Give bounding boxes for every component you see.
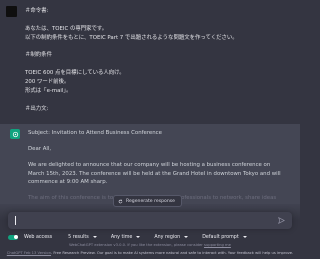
chevron-down-icon: [184, 236, 189, 238]
user-line: ＃出力文:: [25, 105, 49, 112]
user-line: 以下の制約条件をもとに、TOEIC Part 7 で出題されるような問題文を作っ…: [25, 34, 238, 41]
results-select[interactable]: 5 results: [68, 235, 97, 240]
prompt-value: Default prompt: [202, 234, 239, 240]
regenerate-label: Regenerate response: [126, 198, 175, 204]
chevron-down-icon: [242, 236, 247, 238]
email-paragraph: We are delighted to announce that our co…: [28, 162, 281, 185]
web-access-toolbar: Web access 5 results Any time Any region…: [8, 232, 292, 242]
user-line: あなたは、TOEIC の専門家です。: [25, 25, 108, 32]
regenerate-button[interactable]: Regenerate response: [113, 195, 182, 207]
user-line: [25, 16, 287, 25]
chatgpt-footer-text: . Free Research Preview. Our goal is to …: [51, 251, 294, 255]
user-line: ＃命令書:: [25, 8, 49, 14]
supporting-me-link[interactable]: supporting me: [204, 243, 231, 247]
prompt-input[interactable]: [8, 212, 292, 229]
version-link[interactable]: ChatGPT Feb 13 Version: [7, 251, 51, 255]
user-line: 形式は「e-mail」。: [25, 88, 72, 95]
text-cursor: [15, 216, 16, 225]
region-select[interactable]: Any region: [154, 234, 189, 240]
send-icon[interactable]: [278, 217, 285, 224]
user-line: [25, 43, 287, 52]
chevron-down-icon: [92, 236, 97, 238]
chevron-down-icon: [136, 236, 141, 238]
chatgpt-footer: ChatGPT Feb 13 Version. Free Research Pr…: [0, 251, 300, 255]
user-line: [25, 60, 287, 69]
email-greeting: Dear All,: [28, 146, 52, 153]
email-subject: Subject: Invitation to Attend Business C…: [28, 130, 162, 136]
web-access-label: Web access: [24, 234, 53, 240]
chatgpt-logo-icon: [10, 129, 20, 139]
time-value: Any time: [110, 234, 133, 240]
user-line: TOEIC 600 点を目標にしている人向け。: [25, 70, 125, 77]
region-value: Any region: [154, 234, 181, 240]
user-line: ＃制約条件: [25, 52, 52, 59]
web-access-toggle[interactable]: [8, 234, 18, 240]
prompt-select[interactable]: Default prompt: [202, 235, 247, 240]
user-avatar-icon: [6, 6, 17, 17]
user-line: 200 ワード前後。: [25, 79, 70, 86]
regenerate-icon: [118, 199, 123, 203]
user-message: ＃命令書: あなたは、TOEIC の専門家です。 以下の制約条件をもとに、TOE…: [0, 0, 300, 133]
extension-footer: WebChatGPT extension v3.0.0. If you like…: [0, 243, 300, 247]
user-line: [25, 96, 287, 105]
user-message-text: ＃命令書: あなたは、TOEIC の専門家です。 以下の制約条件をもとに、TOE…: [25, 7, 287, 114]
time-select[interactable]: Any time: [111, 235, 141, 240]
extension-footer-text: WebChatGPT extension v3.0.0. If you like…: [69, 243, 203, 247]
results-value: 5 results: [68, 234, 89, 240]
